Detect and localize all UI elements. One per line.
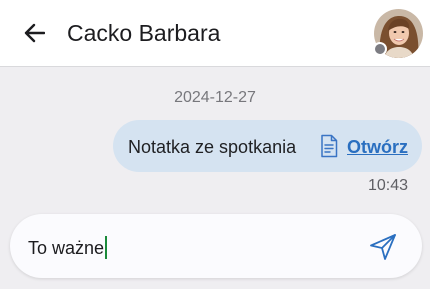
- document-icon: [321, 134, 338, 158]
- arrow-left-icon: [24, 23, 45, 43]
- open-attachment-link[interactable]: Otwórz: [347, 136, 408, 158]
- send-icon: [370, 234, 396, 260]
- message-timestamp: 10:43: [367, 177, 408, 194]
- presence-status-dot: [373, 42, 387, 56]
- date-separator: 2024-12-27: [174, 89, 256, 106]
- text-caret: [105, 236, 108, 259]
- message-input[interactable]: To ważne: [28, 236, 108, 259]
- back-button[interactable]: [20, 19, 48, 47]
- send-button[interactable]: [368, 232, 398, 262]
- message-input-value: To ważne: [28, 237, 105, 258]
- contact-name[interactable]: Cacko Barbara: [67, 18, 220, 48]
- message-composer: To ważne: [10, 214, 422, 278]
- chat-header: Cacko Barbara: [0, 0, 430, 67]
- message-text: Notatka ze spotkania: [128, 137, 297, 157]
- message-bubble-outgoing[interactable]: Notatka ze spotkania Otwórz: [113, 120, 422, 172]
